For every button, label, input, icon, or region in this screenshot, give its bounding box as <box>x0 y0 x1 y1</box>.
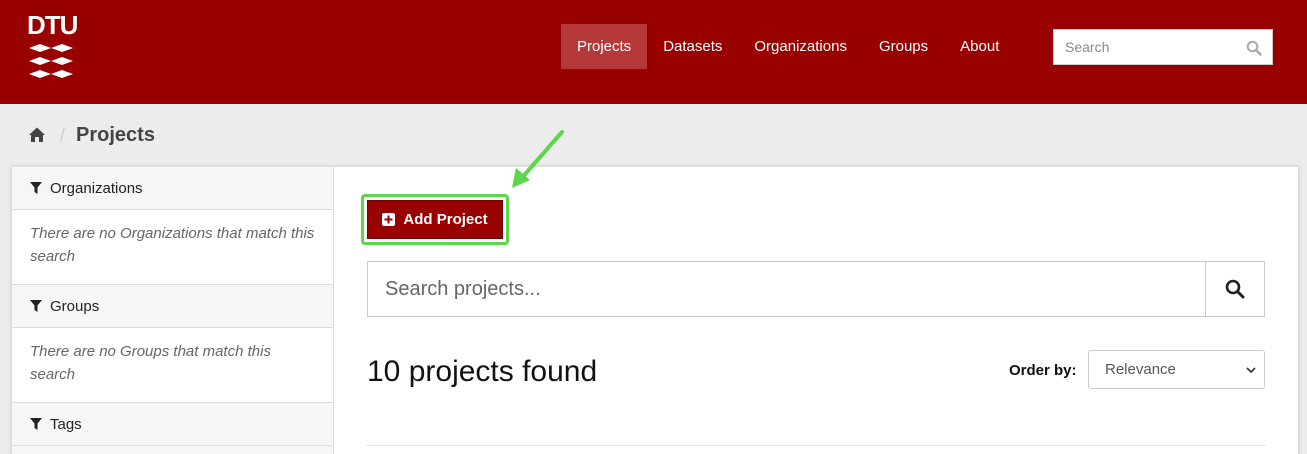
home-icon[interactable] <box>28 126 46 144</box>
facet-organizations-header: Organizations <box>12 167 333 210</box>
filter-icon <box>30 418 42 430</box>
nav-projects[interactable]: Projects <box>561 24 648 69</box>
header-search-input[interactable] <box>1054 30 1239 64</box>
results-content: Add Project 10 projects found Order by: … <box>334 167 1299 454</box>
breadcrumb-separator: / <box>60 124 66 145</box>
results-divider <box>367 445 1265 446</box>
annotation-arrow-icon <box>512 130 564 188</box>
facet-sidebar: Organizations There are no Organizations… <box>12 167 334 454</box>
facet-tags-header: Tags <box>12 403 333 446</box>
add-project-label: Add Project <box>403 211 488 228</box>
main-nav: Projects Datasets Organizations Groups A… <box>561 24 1015 69</box>
filter-icon <box>30 182 42 194</box>
breadcrumb-current[interactable]: Projects <box>76 124 155 147</box>
nav-groups[interactable]: Groups <box>863 24 944 69</box>
project-search-button[interactable] <box>1206 262 1264 316</box>
nav-datasets[interactable]: Datasets <box>647 24 738 69</box>
facet-label: Organizations <box>50 179 143 197</box>
site-header: DTU Projects Datasets Organizations Grou… <box>0 0 1307 104</box>
dtu-logo[interactable]: DTU <box>27 10 78 82</box>
breadcrumb: / Projects <box>28 122 155 148</box>
order-by-value: Relevance <box>1105 361 1176 378</box>
chevron-down-icon <box>1246 367 1256 374</box>
results-count: 10 projects found <box>367 355 598 388</box>
order-by-label: Order by: <box>1009 362 1077 379</box>
filter-icon <box>30 300 42 312</box>
search-icon[interactable] <box>1246 40 1262 56</box>
facet-empty-text: There are no Groups that match this sear… <box>12 328 333 403</box>
nav-organizations[interactable]: Organizations <box>738 24 863 69</box>
logo-wave-icon <box>29 70 73 78</box>
project-search <box>367 261 1265 317</box>
add-project-button[interactable]: Add Project <box>367 200 503 239</box>
order-by-select[interactable]: Relevance <box>1088 350 1265 389</box>
plus-square-icon <box>382 213 396 226</box>
search-icon <box>1225 279 1245 299</box>
facet-label: Groups <box>50 297 100 315</box>
header-search <box>1053 29 1273 65</box>
logo-wave-icon <box>29 57 73 65</box>
main-panel: Organizations There are no Organizations… <box>11 166 1299 454</box>
facet-empty-text: There are no Organizations that match th… <box>12 210 333 285</box>
logo-wave-icon <box>29 44 73 52</box>
logo-text: DTU <box>27 10 78 40</box>
facet-label: Tags <box>50 415 82 433</box>
facet-groups-header: Groups <box>12 285 333 328</box>
project-search-input[interactable] <box>368 262 1206 316</box>
nav-about[interactable]: About <box>944 24 1015 69</box>
